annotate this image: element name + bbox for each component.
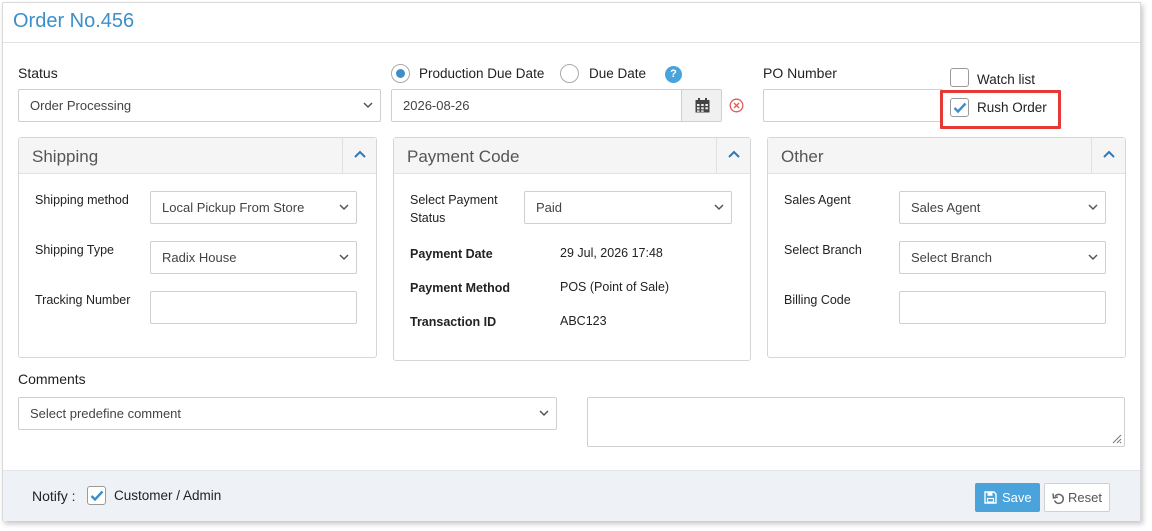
predefined-comment-select[interactable]: Select predefine comment [18,397,557,430]
rush-order-highlight [940,90,1061,129]
clear-date-icon[interactable] [729,98,744,113]
predefined-comment-value: Select predefine comment [30,406,182,421]
shipping-method-label: Shipping method [35,193,129,207]
watch-list-checkbox[interactable] [950,68,969,87]
payment-panel-header: Payment Code [394,138,750,174]
calendar-button[interactable] [681,90,721,121]
shipping-type-label: Shipping Type [35,243,114,257]
chevron-up-icon [728,150,740,158]
shipping-type-select[interactable]: Radix House [150,241,357,274]
other-panel-header: Other [768,138,1125,174]
status-select-value: Order Processing [30,98,132,113]
chevron-up-icon [354,150,366,158]
undo-icon [1052,493,1065,505]
po-number-input[interactable] [763,89,943,122]
billing-code-input[interactable] [899,291,1106,324]
tracking-number-label: Tracking Number [35,293,131,307]
status-select[interactable]: Order Processing [18,89,381,122]
payment-panel: Payment Code Select Payment Status Paid … [393,137,751,361]
payment-collapse-button[interactable] [716,138,750,173]
sales-agent-select[interactable]: Sales Agent [899,191,1106,224]
sales-agent-label: Sales Agent [784,193,851,207]
reset-button-label: Reset [1068,490,1102,505]
floppy-disk-icon [984,491,997,504]
other-panel-title: Other [781,147,824,166]
other-panel: Other Sales Agent Sales Agent Select Bra… [767,137,1126,358]
due-date-value: 2026-08-26 [403,98,470,113]
chevron-up-icon [1103,150,1115,158]
select-branch-label: Select Branch [784,243,862,257]
due-date-input[interactable]: 2026-08-26 [391,89,722,122]
notify-option-label: Customer / Admin [114,488,222,503]
save-button-label: Save [1002,490,1032,505]
billing-code-label: Billing Code [784,293,851,307]
help-icon[interactable]: ? [665,66,682,83]
resize-handle-icon[interactable] [1110,432,1122,444]
watch-list-label: Watch list [977,72,1036,87]
payment-status-label: Select Payment Status [410,193,498,225]
title-bar: Order No.456 [3,3,1140,43]
production-due-date-label: Production Due Date [419,66,545,81]
payment-method-value: POS (Point of Sale) [560,280,670,294]
checkmark-icon [90,490,104,502]
shipping-panel: Shipping Shipping method Local Pickup Fr… [18,137,377,358]
footer-bar: Notify : Customer / Admin Save Reset [3,470,1140,521]
other-collapse-button[interactable] [1091,138,1125,173]
comments-label: Comments [18,371,86,387]
shipping-type-value: Radix House [162,250,237,265]
payment-date-value: 29 Jul, 2026 17:48 [560,246,663,260]
order-form-card: Order No.456 Status Order Processing Pro… [2,2,1141,521]
due-date-radio[interactable] [560,64,579,83]
tracking-number-input[interactable] [150,291,357,324]
shipping-panel-title: Shipping [32,147,99,166]
calendar-icon [695,98,710,113]
transaction-id-value: ABC123 [560,314,607,328]
sales-agent-value: Sales Agent [911,200,981,215]
payment-status-select[interactable]: Paid [524,191,732,224]
notify-label: Notify : [32,488,76,504]
shipping-method-value: Local Pickup From Store [162,200,305,215]
payment-status-value: Paid [536,200,563,215]
payment-method-label: Payment Method [410,281,511,295]
notify-customer-admin-checkbox[interactable] [87,486,106,505]
select-branch-select[interactable]: Select Branch [899,241,1106,274]
status-label: Status [18,65,58,81]
payment-date-label: Payment Date [410,247,493,261]
transaction-id-label: Transaction ID [410,315,497,329]
reset-button[interactable]: Reset [1044,483,1110,512]
shipping-panel-header: Shipping [19,138,376,174]
select-branch-value: Select Branch [911,250,992,265]
shipping-collapse-button[interactable] [342,138,376,173]
save-button[interactable]: Save [975,483,1040,512]
shipping-method-select[interactable]: Local Pickup From Store [150,191,357,224]
po-number-label: PO Number [763,65,837,81]
page-title: Order No.456 [13,10,135,32]
payment-panel-title: Payment Code [407,147,520,166]
production-due-date-radio[interactable] [391,64,410,83]
comment-textarea[interactable] [587,397,1125,447]
due-date-label: Due Date [589,66,647,81]
